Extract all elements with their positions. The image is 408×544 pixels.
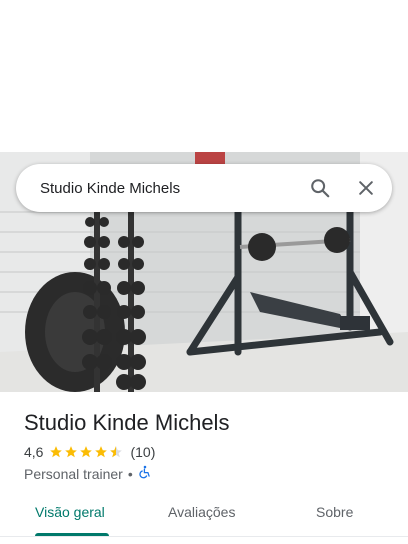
- star-icon: [65, 446, 78, 458]
- tab-about[interactable]: Sobre: [316, 504, 353, 520]
- star-icon: [95, 446, 108, 458]
- search-bar[interactable]: Studio Kinde Michels: [16, 164, 392, 212]
- map-area: [0, 0, 408, 152]
- place-title: Studio Kinde Michels: [24, 410, 230, 435]
- category-row: Personal trainer •: [24, 465, 152, 482]
- tab-bar: Visão geral Avaliações Sobre: [0, 490, 408, 538]
- close-icon[interactable]: [346, 168, 386, 208]
- review-count[interactable]: (10): [130, 444, 155, 460]
- divider: [0, 536, 408, 537]
- star-icon: [50, 446, 63, 458]
- separator: •: [127, 465, 133, 482]
- search-icon[interactable]: [300, 168, 340, 208]
- tab-overview[interactable]: Visão geral: [35, 504, 105, 520]
- star-icon: [80, 446, 93, 458]
- star-rating: [49, 445, 124, 459]
- half-star-icon: [110, 446, 123, 458]
- search-input[interactable]: Studio Kinde Michels: [40, 180, 300, 197]
- place-category: Personal trainer: [24, 465, 123, 482]
- wheelchair-icon: [138, 465, 152, 482]
- tab-reviews[interactable]: Avaliações: [168, 504, 235, 520]
- rating-row[interactable]: 4,6 (10): [24, 444, 155, 460]
- rating-value: 4,6: [24, 444, 44, 460]
